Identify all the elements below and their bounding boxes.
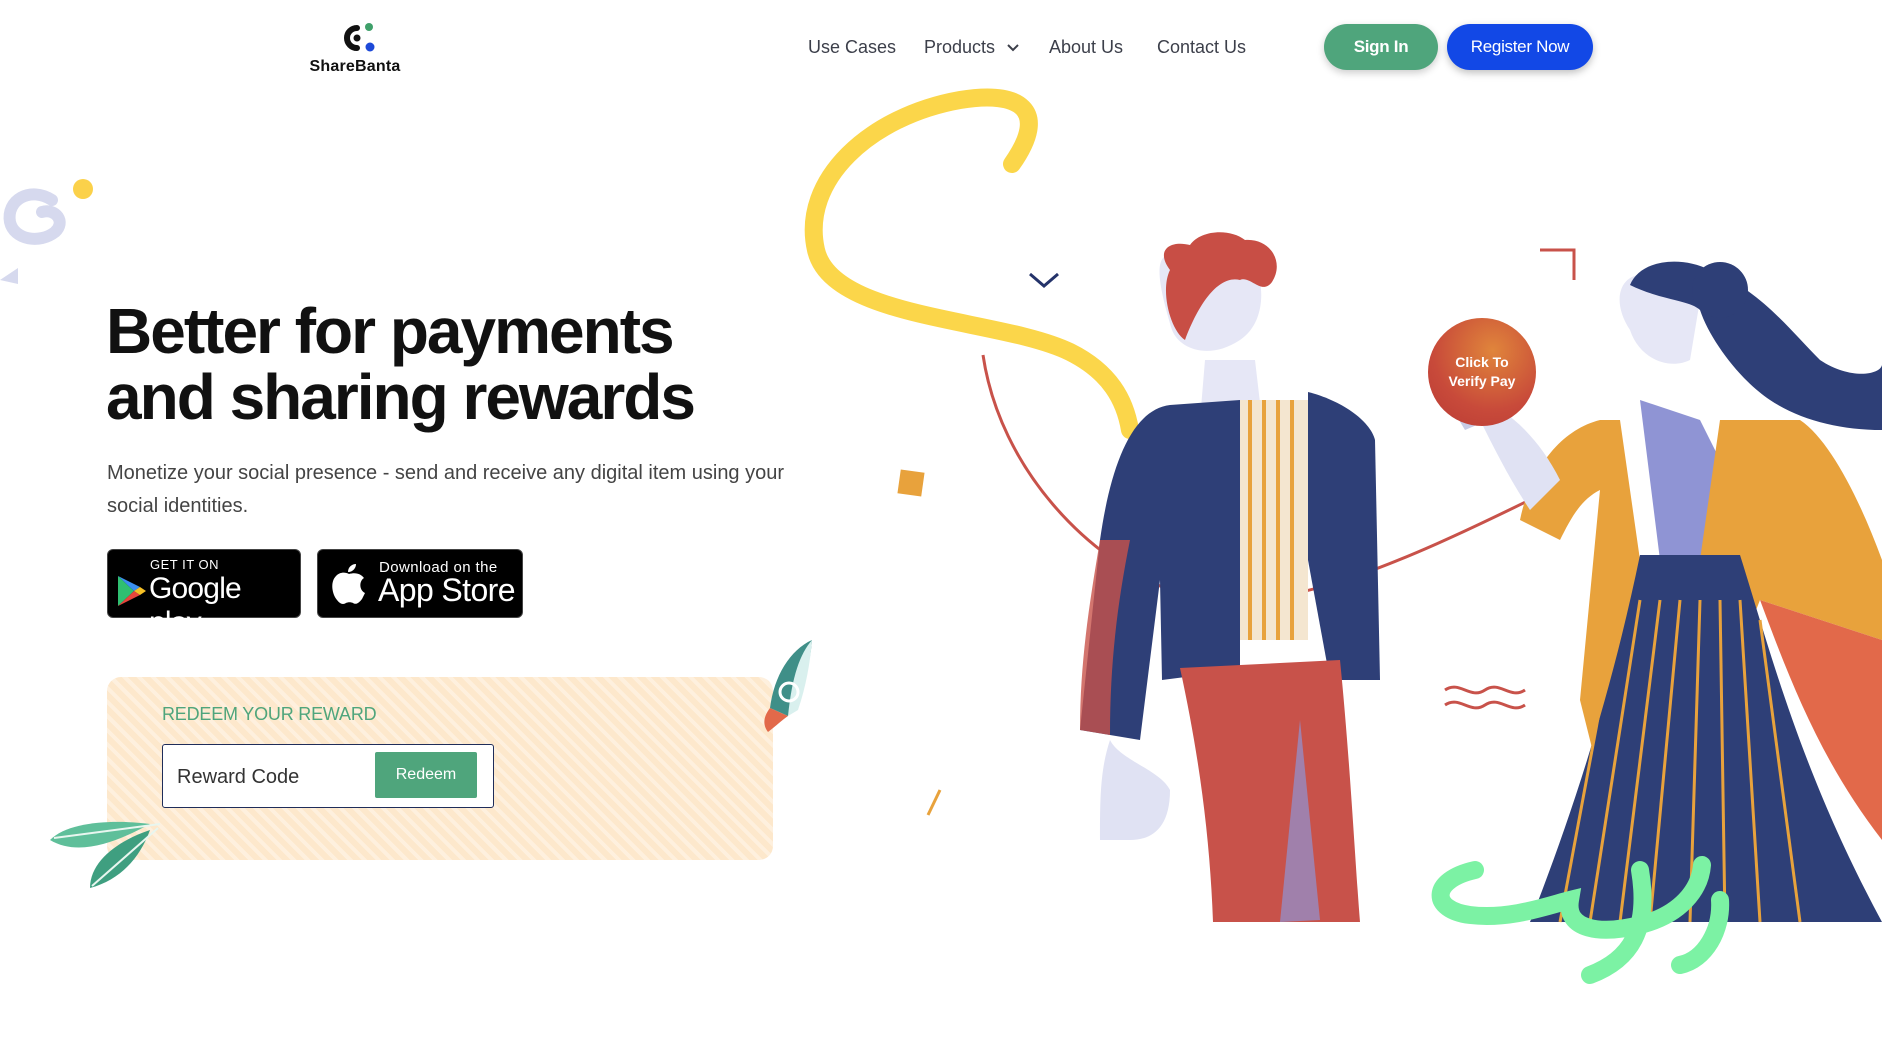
sharebanta-logo-icon [344,23,375,52]
app-store-badge[interactable]: Download on the App Store [317,549,523,618]
hero-subtitle: Monetize your social presence - send and… [107,462,785,517]
google-play-big-text: Google play [149,572,242,639]
chevron-down-icon [1007,44,1019,52]
apple-icon [332,564,365,604]
hero-title-line2: and sharing rewards [106,361,696,433]
verify-pay-button[interactable]: Click To Verify Pay [1428,318,1536,426]
nav-products[interactable]: Products [924,37,1020,58]
google-play-icon [118,576,146,606]
nav-use-cases[interactable]: Use Cases [808,37,896,58]
brand-name: ShareBanta [309,58,401,75]
reward-code-input[interactable] [175,757,359,797]
nav-about-us[interactable]: About Us [1049,37,1123,58]
google-play-small-text: GET IT ON [150,557,220,572]
nav-contact-us[interactable]: Contact Us [1157,37,1246,58]
sign-in-button[interactable]: Sign In [1324,24,1438,70]
redeem-form: Redeem [162,744,494,808]
app-store-big-text: App Store [378,572,516,608]
brand-logo[interactable]: ShareBanta [305,20,405,80]
hero-title-line1: Better for payments [106,295,675,367]
verify-pay-line1: Click To [1455,354,1509,370]
google-play-badge[interactable]: GET IT ON Google play [107,549,301,639]
verify-pay-line2: Verify Pay [1448,373,1516,389]
hero-illustration [804,88,1882,984]
rocket-decoration-icon [764,640,812,732]
leaf-decoration-icon [50,821,161,888]
register-now-button[interactable]: Register Now [1447,24,1593,70]
redeem-button[interactable]: Redeem [375,752,477,798]
redeem-title: REDEEM YOUR REWARD [162,704,377,724]
decorative-squiggle-icon [0,179,93,284]
nav-products-label: Products [924,37,996,57]
hero-title: Better for payments and sharing rewards [106,298,806,430]
